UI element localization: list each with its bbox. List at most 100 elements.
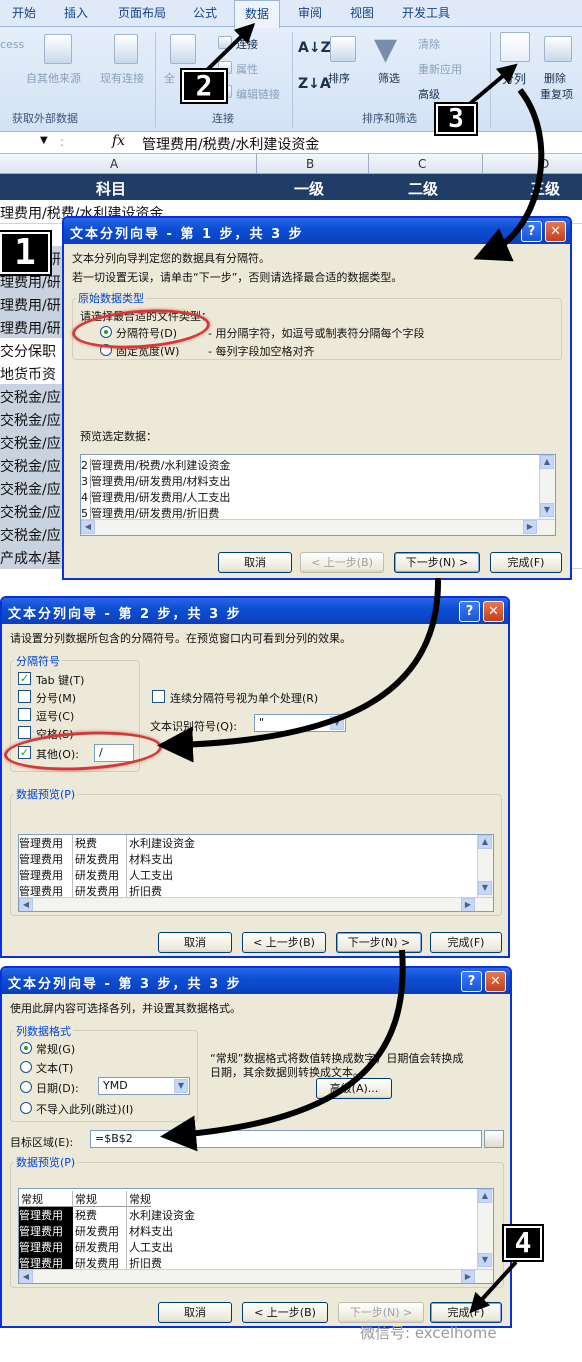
remove-duplicates-label-2[interactable]: 重复项	[540, 86, 573, 102]
tab-label[interactable]: Tab 键(T)	[36, 672, 84, 688]
advanced-filter-button[interactable]: 高级	[418, 86, 440, 102]
text-to-columns-button[interactable]: 分列	[502, 70, 526, 87]
next-button[interactable]: 下一步(N) >	[336, 932, 422, 953]
sheet-row[interactable]: 交税金/应	[0, 499, 70, 522]
help-icon[interactable]: ?	[459, 601, 480, 622]
finish-button[interactable]: 完成(F)	[430, 1302, 502, 1323]
date-radio[interactable]	[20, 1081, 32, 1093]
advanced-button[interactable]: 高级(A)...	[316, 1078, 392, 1099]
existing-connections-button[interactable]: 现有连接	[100, 70, 144, 86]
header-cell-subject[interactable]: 科目	[96, 178, 126, 199]
header-cell-level1[interactable]: 一级	[294, 178, 324, 199]
header-cell-level2[interactable]: 二级	[408, 178, 438, 199]
sheet-row[interactable]: 交税金/应	[0, 476, 70, 499]
cancel-button[interactable]: 取消	[158, 932, 232, 953]
next-button[interactable]: 下一步(N) >	[394, 552, 480, 573]
back-button[interactable]: < 上一步(B)	[242, 932, 326, 953]
column-header-a[interactable]: A	[110, 157, 118, 171]
formula-input[interactable]: 管理费用/税费/水利建设资金	[142, 134, 319, 154]
filter-button[interactable]: 筛选	[378, 70, 400, 86]
comma-label[interactable]: 逗号(C)	[36, 708, 74, 724]
sort-az-icon[interactable]: A↓Z	[298, 40, 331, 56]
sheet-row[interactable]: 地货币资	[0, 361, 70, 384]
preview-header-cell[interactable]: 常规	[127, 1193, 151, 1206]
scroll-up-icon[interactable]: ▲	[540, 455, 554, 469]
header-cell-level3[interactable]: 三级	[530, 178, 560, 199]
chevron-down-icon[interactable]: ▼	[174, 1079, 188, 1093]
preview-header-cell[interactable]: 常规	[73, 1191, 127, 1207]
vertical-scrollbar[interactable]: ▲ ▼	[477, 835, 493, 897]
back-button[interactable]: < 上一步(B)	[242, 1302, 328, 1323]
preview-box[interactable]: 管理费用 税费 水利建设资金 管理费用 研发费用 材料支出 管理费用 研发费用 人工支出 管…	[18, 834, 494, 912]
text-radio[interactable]	[20, 1061, 32, 1073]
scroll-right-icon[interactable]: ▶	[461, 898, 475, 911]
connections-button[interactable]: 连接	[236, 36, 258, 52]
destination-input[interactable]: =$B$2	[90, 1130, 482, 1148]
scroll-left-icon[interactable]: ◀	[19, 1270, 33, 1283]
preview-box[interactable]: 常规 常规 常规 管理费用 税费 水利建设资金 管理费用 研发费用 材料支出 管理费用 研发费…	[18, 1188, 494, 1284]
clear-button[interactable]: 清除	[418, 36, 440, 52]
date-label[interactable]: 日期(D):	[36, 1080, 79, 1096]
skip-column-radio[interactable]	[20, 1102, 32, 1114]
sheet-row[interactable]: 理费用/研	[0, 315, 70, 338]
horizontal-scrollbar[interactable]: ◀ ▶	[81, 519, 555, 535]
next-button[interactable]: 下一步(N) >	[338, 1302, 424, 1323]
close-icon[interactable]: ✕	[485, 971, 506, 992]
help-icon[interactable]: ?	[461, 971, 482, 992]
consecutive-label[interactable]: 连续分隔符号视为单个处理(R)	[170, 690, 318, 706]
scroll-left-icon[interactable]: ◀	[81, 520, 95, 534]
tab-data[interactable]: 数据	[234, 0, 281, 28]
vertical-scrollbar[interactable]: ▲ ▼	[477, 1189, 493, 1269]
remove-duplicates-label-1[interactable]: 删除	[544, 70, 566, 86]
sort-za-icon[interactable]: Z↓A	[298, 76, 331, 92]
close-icon[interactable]: ✕	[545, 221, 566, 242]
vertical-scrollbar[interactable]: ▲ ▼	[539, 455, 555, 519]
from-other-sources-button[interactable]: 自其他来源	[26, 70, 81, 86]
consecutive-checkbox[interactable]	[152, 690, 165, 703]
horizontal-scrollbar[interactable]: ◀ ▶	[19, 1269, 493, 1283]
semicolon-label[interactable]: 分号(M)	[36, 690, 76, 706]
sheet-row[interactable]: 交税金/应	[0, 407, 70, 430]
sheet-row[interactable]: 产成本/基	[0, 545, 70, 568]
sheet-row[interactable]: 交税金/应	[0, 453, 70, 476]
sort-button[interactable]: 排序	[328, 70, 350, 86]
reapply-button[interactable]: 重新应用	[418, 61, 462, 77]
scroll-up-icon[interactable]: ▲	[478, 835, 492, 849]
column-header-c[interactable]: C	[418, 157, 426, 171]
refresh-all-button[interactable]: 全	[164, 70, 175, 86]
name-box-dropdown-icon[interactable]: ▼	[40, 135, 48, 146]
sheet-row[interactable]: 理费用/研	[0, 292, 70, 315]
collapse-dialog-icon[interactable]	[484, 1130, 504, 1148]
close-icon[interactable]: ✕	[483, 601, 504, 622]
sheet-row[interactable]: 交税金/应	[0, 384, 70, 407]
general-radio[interactable]	[20, 1042, 32, 1054]
tab-insert[interactable]: 插入	[64, 4, 88, 21]
sheet-row[interactable]: 交税金/应	[0, 430, 70, 453]
comma-checkbox[interactable]	[18, 708, 31, 721]
tab-home[interactable]: 开始	[12, 4, 36, 21]
preview-box[interactable]: 2 管理费用/税费/水利建设资金 3 管理费用/研发费用/材料支出 4 管理费用/研发…	[80, 454, 556, 536]
general-label[interactable]: 常规(G)	[36, 1041, 75, 1057]
skip-column-label[interactable]: 不导入此列(跳过)(I)	[36, 1101, 133, 1117]
finish-button[interactable]: 完成(F)	[490, 552, 562, 573]
tab-checkbox[interactable]: ✓	[18, 672, 31, 685]
tab-review[interactable]: 审阅	[298, 4, 322, 21]
tab-view[interactable]: 视图	[350, 4, 374, 21]
cancel-button[interactable]: 取消	[158, 1302, 232, 1323]
scroll-down-icon[interactable]: ▼	[478, 1253, 492, 1267]
scroll-right-icon[interactable]: ▶	[461, 1270, 475, 1283]
horizontal-scrollbar[interactable]: ◀ ▶	[19, 897, 493, 911]
column-header-d[interactable]: D	[540, 157, 549, 171]
chevron-down-icon[interactable]: ▼	[330, 716, 344, 730]
finish-button[interactable]: 完成(F)	[430, 932, 502, 953]
access-partial-label[interactable]: cess	[0, 38, 24, 51]
scroll-left-icon[interactable]: ◀	[19, 898, 33, 911]
semicolon-checkbox[interactable]	[18, 690, 31, 703]
help-icon[interactable]: ?	[521, 221, 542, 242]
sheet-row[interactable]: 交税金/应	[0, 522, 70, 545]
properties-button[interactable]: 属性	[236, 61, 258, 77]
sheet-row[interactable]: 交分保职	[0, 338, 70, 361]
text-label[interactable]: 文本(T)	[36, 1060, 73, 1076]
cancel-button[interactable]: 取消	[218, 552, 292, 573]
preview-header-cell[interactable]: 常规	[19, 1191, 73, 1207]
